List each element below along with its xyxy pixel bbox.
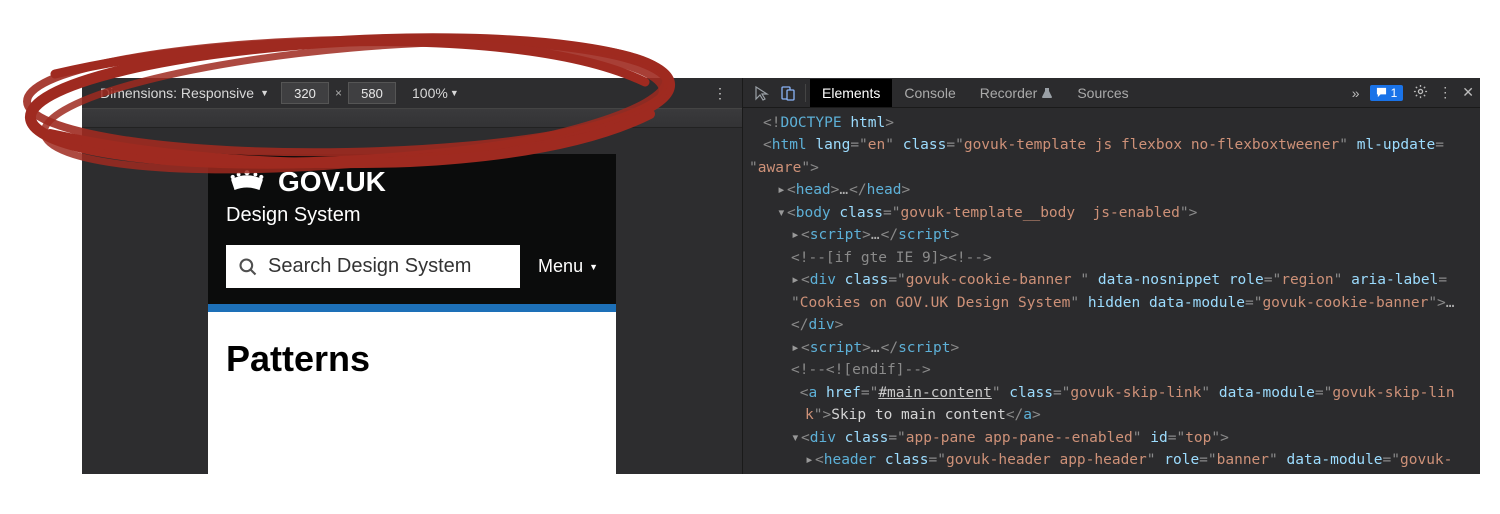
search-input[interactable]: Search Design System	[226, 245, 520, 288]
page-content: Patterns	[208, 312, 616, 406]
gear-icon[interactable]	[1413, 84, 1428, 102]
menu-button[interactable]: Menu ▼	[538, 256, 598, 277]
search-placeholder: Search Design System	[268, 255, 471, 278]
crown-icon	[226, 168, 268, 196]
panel-tabs: Elements Console Recorder Sources » 1 ⋮ …	[743, 78, 1480, 108]
dom-node: ▸<div class="govuk-cookie-banner " data-…	[749, 269, 1474, 291]
issues-badge[interactable]: 1	[1370, 85, 1404, 101]
responsive-canvas: GOV.UK Design System Search Design Syste…	[208, 154, 616, 474]
dom-node: <a href="#main-content" class="govuk-ski…	[749, 382, 1474, 404]
devtools-panel: Elements Console Recorder Sources » 1 ⋮ …	[742, 78, 1480, 474]
dom-node: "Cookies on GOV.UK Design System" hidden…	[749, 292, 1474, 314]
flask-icon	[1041, 87, 1053, 99]
zoom-dropdown[interactable]: 100% ▼	[402, 83, 469, 103]
dom-node: ▸<script>…</script>	[749, 337, 1474, 359]
chevron-down-icon: ▼	[589, 262, 598, 272]
message-icon	[1376, 87, 1387, 98]
dom-node: "aware">	[749, 157, 1474, 179]
issues-count: 1	[1391, 86, 1398, 100]
page-title: Patterns	[226, 338, 598, 380]
close-icon[interactable]: ✕	[1462, 84, 1474, 101]
dom-node: ▸<script>…</script>	[749, 224, 1474, 246]
dimensions-label: Dimensions: Responsive	[100, 85, 254, 101]
dom-node: </div>	[749, 314, 1474, 336]
dom-node: <!--[if gte IE 9]><!-->	[749, 247, 1474, 269]
tab-recorder[interactable]: Recorder	[968, 79, 1066, 107]
ruler[interactable]	[82, 108, 742, 128]
more-tabs-icon[interactable]: »	[1352, 85, 1360, 101]
width-input[interactable]	[281, 82, 329, 104]
dimensions-dropdown[interactable]: Dimensions: Responsive ▼	[94, 83, 275, 103]
govuk-header: GOV.UK Design System Search Design Syste…	[208, 154, 616, 304]
zoom-value: 100%	[412, 85, 448, 101]
chevron-down-icon: ▼	[450, 88, 459, 98]
govuk-service-name[interactable]: Design System	[226, 204, 598, 227]
menu-label: Menu	[538, 256, 583, 277]
dom-node: ▸<head>…</head>	[749, 179, 1474, 201]
dom-node: ▾<body class="govuk-template__body js-en…	[749, 202, 1474, 224]
tab-console[interactable]: Console	[892, 79, 967, 107]
multiply-icon: ×	[335, 86, 342, 100]
device-preview-pane: Dimensions: Responsive ▼ × 100% ▼ ⋮	[82, 78, 742, 474]
inspect-icon[interactable]	[749, 85, 775, 101]
height-input[interactable]	[348, 82, 396, 104]
chevron-down-icon: ▼	[260, 88, 269, 98]
dom-node: <!--<![endif]-->	[749, 359, 1474, 381]
search-icon	[238, 257, 258, 277]
tab-sources[interactable]: Sources	[1065, 79, 1140, 107]
tab-recorder-label: Recorder	[980, 85, 1038, 101]
preview-viewport: GOV.UK Design System Search Design Syste…	[82, 128, 742, 474]
device-toggle-icon[interactable]	[775, 85, 801, 101]
device-toolbar: Dimensions: Responsive ▼ × 100% ▼ ⋮	[82, 78, 742, 108]
dom-node: <!DOCTYPE html>	[749, 112, 1474, 134]
dom-node: k">Skip to main content</a>	[749, 404, 1474, 426]
dom-node: <html lang="en" class="govuk-template js…	[749, 134, 1474, 156]
kebab-icon[interactable]: ⋮	[1438, 84, 1452, 101]
tab-elements[interactable]: Elements	[810, 79, 892, 107]
govuk-logo[interactable]: GOV.UK	[226, 166, 598, 198]
dom-node: ▸<header class="govuk-header app-header"…	[749, 449, 1474, 471]
header-divider	[208, 304, 616, 312]
dom-node: ▾<div class="app-pane app-pane--enabled"…	[749, 427, 1474, 449]
dom-tree[interactable]: <!DOCTYPE html> <html lang="en" class="g…	[743, 108, 1480, 474]
govuk-wordmark: GOV.UK	[278, 166, 386, 198]
more-options-icon[interactable]: ⋮	[710, 85, 730, 102]
devtools-window: Dimensions: Responsive ▼ × 100% ▼ ⋮	[82, 78, 1480, 474]
